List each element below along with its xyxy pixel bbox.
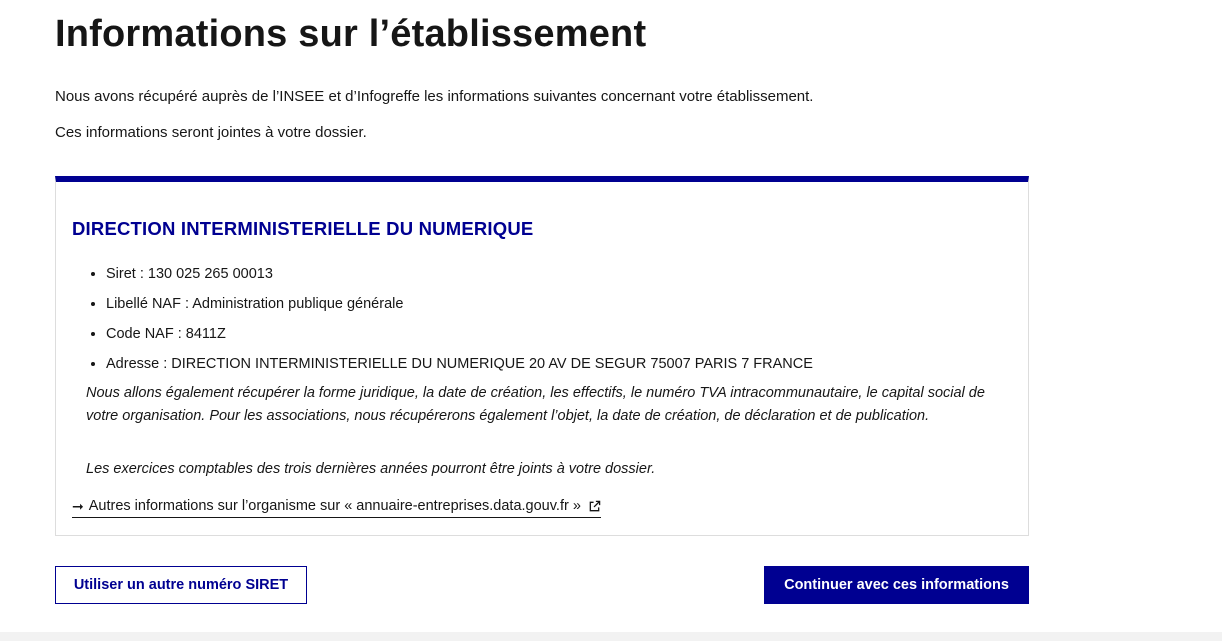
footer-band (0, 632, 1222, 641)
info-naf-label: Libellé NAF : Administration publique gé… (106, 294, 813, 324)
accounting-note: Les exercices comptables des trois derni… (86, 461, 656, 477)
continue-button[interactable]: Continuer avec ces informations (764, 566, 1029, 604)
info-naf-code: Code NAF : 8411Z (106, 324, 813, 354)
use-other-siret-button[interactable]: Utiliser un autre numéro SIRET (55, 566, 307, 604)
info-address: Adresse : DIRECTION INTERMINISTERIELLE D… (106, 354, 813, 384)
establishment-name: DIRECTION INTERMINISTERIELLE DU NUMERIQU… (72, 218, 534, 239)
data-retrieval-note: Nous allons également récupérer la forme… (86, 385, 985, 424)
arrow-right-icon: ➞ (72, 498, 84, 514)
intro-note: Ces informations seront jointes à votre … (55, 124, 367, 141)
establishment-info-list: Siret : 130 025 265 00013 Libellé NAF : … (86, 264, 813, 384)
annuaire-entreprises-link-label: Autres informations sur l’organisme sur … (88, 498, 581, 514)
intro-text: Nous avons récupéré auprès de l’INSEE et… (55, 88, 814, 105)
external-link-icon (589, 500, 601, 511)
annuaire-entreprises-link[interactable]: ➞ Autres informations sur l’organisme su… (72, 496, 601, 518)
page-title: Informations sur l’établissement (55, 13, 647, 55)
establishment-card: DIRECTION INTERMINISTERIELLE DU NUMERIQU… (55, 176, 1029, 536)
info-siret: Siret : 130 025 265 00013 (106, 264, 813, 294)
